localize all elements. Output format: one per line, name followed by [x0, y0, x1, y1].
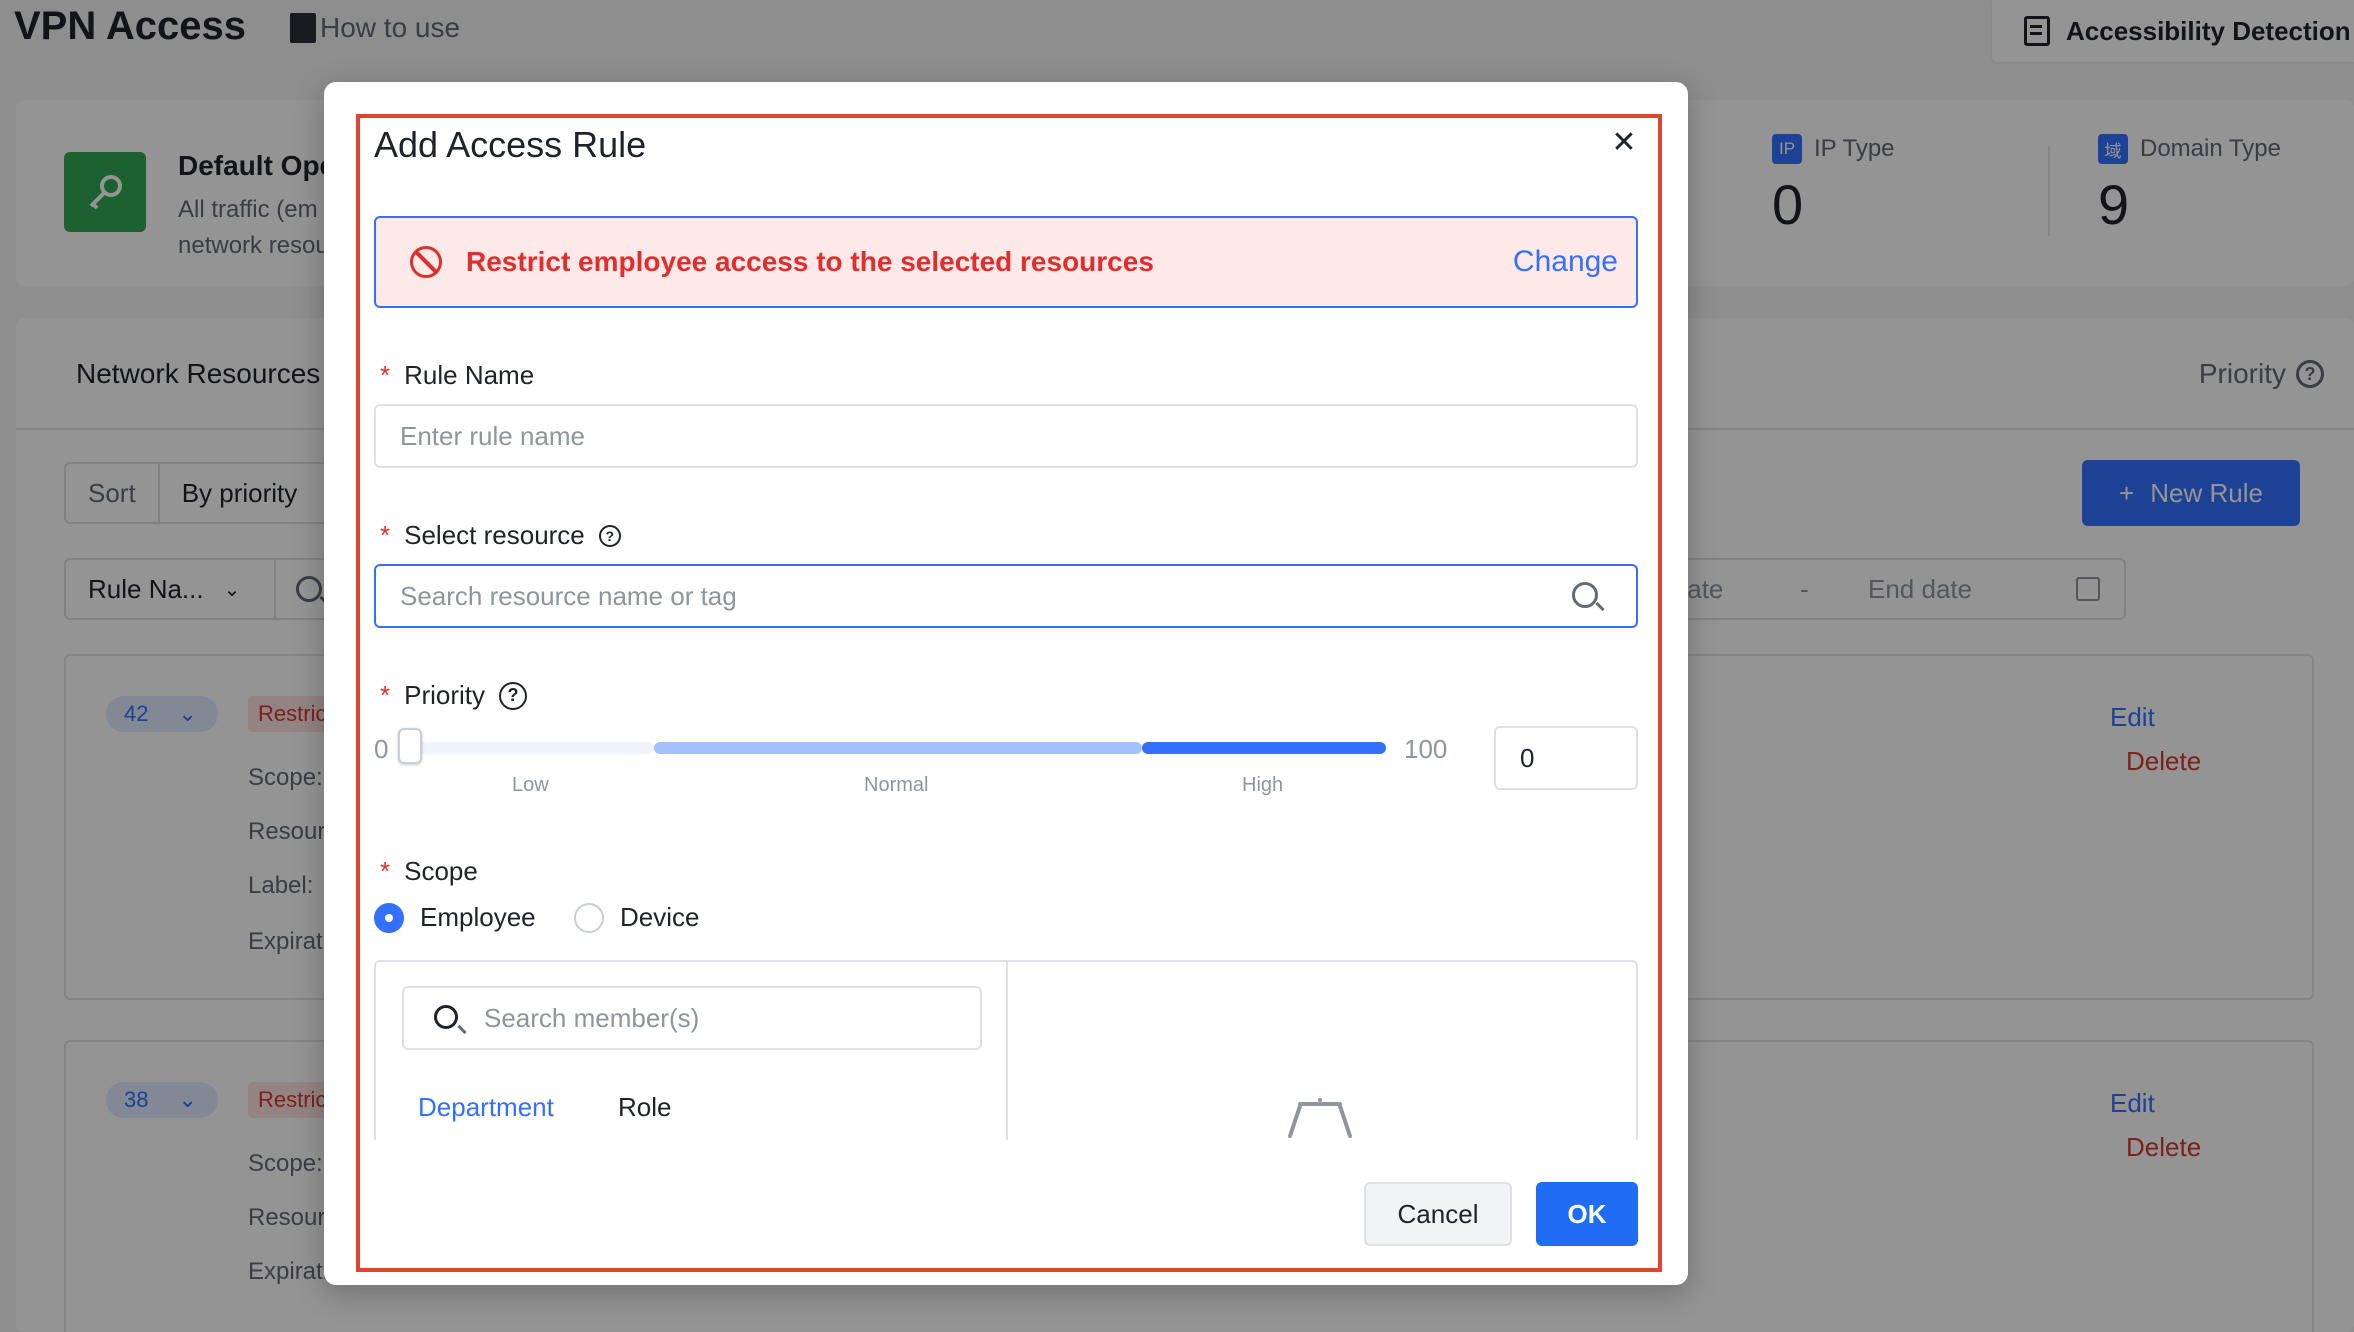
select-resource-label: * Select resource ?	[380, 520, 621, 551]
search-icon	[434, 1005, 458, 1029]
slider-tick-low: Low	[512, 774, 549, 796]
ban-icon	[410, 246, 442, 278]
scope-radio-employee[interactable]: Employee	[374, 902, 536, 933]
slider-max-label: 100	[1404, 734, 1448, 764]
cancel-button[interactable]: Cancel	[1364, 1182, 1512, 1246]
priority-number-value: 0	[1520, 742, 1535, 773]
field-label-text: Select resource	[404, 520, 585, 550]
radio-unselected-icon	[574, 902, 604, 933]
slider-tick-high: High	[1242, 774, 1284, 796]
radio-label: Employee	[420, 902, 536, 932]
panel-divider	[1006, 962, 1008, 1140]
slider-min-label: 0	[374, 734, 389, 764]
priority-slider-handle[interactable]	[398, 728, 422, 764]
resource-placeholder: Search resource name or tag	[400, 580, 737, 611]
rule-name-label: * Rule Name	[380, 360, 534, 391]
empty-state-icon	[1288, 1098, 1352, 1138]
dialog-title: Add Access Rule	[374, 124, 647, 165]
priority-field-label: * Priority ?	[380, 680, 528, 711]
help-icon[interactable]: ?	[499, 681, 528, 710]
scope-radio-device[interactable]: Device	[574, 902, 699, 933]
required-mark: *	[380, 680, 391, 710]
change-link[interactable]: Change	[1513, 245, 1618, 279]
required-mark: *	[380, 360, 391, 390]
rule-name-input[interactable]: Enter rule name	[374, 404, 1638, 468]
radio-label: Device	[620, 902, 700, 932]
field-label-text: Priority	[404, 680, 486, 710]
tab-department[interactable]: Department	[418, 1092, 554, 1123]
slider-track-normal[interactable]	[654, 742, 1142, 754]
tab-role[interactable]: Role	[618, 1092, 671, 1123]
slider-track-low[interactable]	[410, 742, 654, 754]
member-search-input[interactable]: Search member(s)	[402, 986, 982, 1050]
scope-label: * Scope	[380, 856, 478, 887]
required-mark: *	[380, 856, 391, 886]
close-icon[interactable]: ✕	[1608, 126, 1640, 159]
member-search-placeholder: Search member(s)	[484, 1002, 700, 1033]
member-picker: Search member(s) Department Role	[374, 960, 1638, 1140]
ok-button[interactable]: OK	[1536, 1182, 1638, 1246]
resource-search-input[interactable]: Search resource name or tag	[374, 564, 1638, 628]
help-icon[interactable]: ?	[598, 524, 621, 547]
search-icon	[1572, 582, 1598, 608]
priority-number-input[interactable]: 0	[1494, 726, 1638, 790]
field-label-text: Rule Name	[404, 360, 535, 390]
alert-text: Restrict employee access to the selected…	[466, 246, 1154, 277]
field-label-text: Scope	[404, 856, 478, 886]
radio-selected-icon	[374, 902, 404, 933]
required-mark: *	[380, 520, 391, 550]
rule-name-placeholder: Enter rule name	[400, 420, 585, 451]
slider-track-high[interactable]	[1142, 742, 1386, 754]
rule-type-alert: Restrict employee access to the selected…	[374, 216, 1638, 308]
slider-tick-normal: Normal	[864, 774, 929, 796]
